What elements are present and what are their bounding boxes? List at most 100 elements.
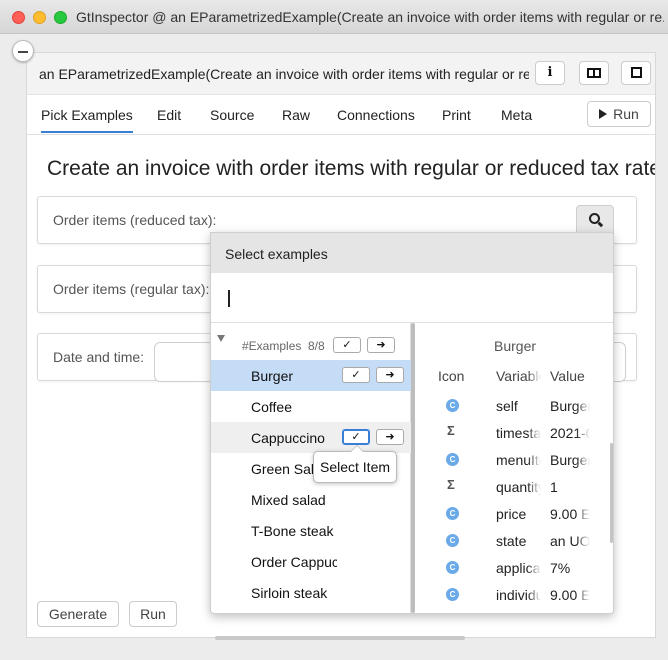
search-button[interactable] (576, 205, 614, 235)
tab-edit[interactable]: Edit (157, 107, 181, 123)
table-row[interactable]: C individualPrice 9.00 E (416, 582, 613, 609)
popup-header: Select examples (211, 233, 613, 273)
open-item-button[interactable]: ➜ (376, 367, 404, 383)
select-examples-popup: Select examples #Examples 8/8 ✓ ➜ Burger… (210, 232, 614, 614)
date-input[interactable] (154, 342, 214, 382)
variable-value: 9.00 E (550, 587, 590, 603)
column-header-icon: Icon (438, 368, 465, 384)
table-row[interactable]: C price 9.00 E (416, 501, 613, 528)
popup-title: Select examples (225, 246, 328, 262)
page-title: Create an invoice with order items with … (47, 157, 656, 180)
group-count: 8/8 (308, 339, 325, 353)
column-header-value: Value (550, 368, 585, 384)
run-button-label: Run (613, 106, 639, 122)
group-open-button[interactable]: ➜ (367, 337, 395, 353)
triangle-down-icon[interactable] (217, 335, 225, 342)
list-item-mixed-salad[interactable]: Mixed salad (211, 484, 411, 515)
info-icon: i (547, 65, 553, 80)
detail-pane: Burger Icon Variable Value C self Burger… (416, 323, 613, 613)
variable-value: 1 (550, 479, 558, 495)
list-item-label: Green Salad (251, 461, 316, 477)
reduced-tax-label: Order items (reduced tax): (53, 212, 217, 228)
variable-value: Burger (550, 452, 590, 468)
tab-pick-examples[interactable]: Pick Examples (41, 107, 133, 133)
variable-name: quantity (496, 479, 541, 495)
list-item-label: T-Bone steak (251, 523, 334, 539)
variable-value: an UO (550, 533, 590, 549)
class-icon: C (446, 507, 459, 520)
sigma-icon: Σ (447, 477, 455, 492)
table-row[interactable]: C state an UO (416, 528, 613, 555)
group-select-all-button[interactable]: ✓ (333, 337, 361, 353)
list-item-coffee[interactable]: Coffee (211, 391, 411, 422)
list-scrollbar[interactable] (411, 323, 415, 613)
date-time-label: Date and time: (53, 349, 145, 365)
variable-name: timestamp (496, 425, 541, 441)
detail-title: Burger (494, 338, 537, 354)
tab-meta[interactable]: Meta (501, 107, 532, 123)
horizontal-scrollbar[interactable] (215, 636, 465, 640)
list-item-t-bone-steak[interactable]: T-Bone steak (211, 515, 411, 546)
run-button[interactable]: Run (587, 101, 651, 127)
text-caret (228, 290, 230, 307)
class-icon: C (446, 588, 459, 601)
variable-value: 7% (550, 560, 571, 576)
list-item-order-cappuccino[interactable]: Order Cappuccino (211, 546, 411, 577)
play-icon (599, 109, 608, 119)
examples-group[interactable]: #Examples 8/8 ✓ ➜ (211, 323, 411, 357)
variable-value: 2021-0 (550, 425, 590, 441)
table-row[interactable]: C menuItem Burger (416, 447, 613, 474)
regular-tax-label: Order items (regular tax): (53, 281, 210, 297)
class-icon: C (446, 561, 459, 574)
window-icon (630, 67, 642, 78)
select-item-button[interactable]: ✓ (342, 367, 370, 383)
bottom-run-button[interactable]: Run (129, 601, 177, 627)
collapse-minus-icon[interactable] (12, 40, 34, 62)
popup-search-input[interactable] (211, 273, 613, 323)
sigma-icon: Σ (447, 423, 455, 438)
list-item-label: Order Cappuccino (251, 554, 337, 570)
tab-print[interactable]: Print (442, 107, 471, 123)
tab-connections[interactable]: Connections (337, 107, 415, 123)
open-item-button[interactable]: ➜ (376, 429, 404, 445)
column-header-variable: Variable (496, 368, 541, 384)
variable-name: individualPrice (496, 587, 541, 603)
table-row[interactable]: C self Burger (416, 393, 613, 420)
variable-value: 9.00 E (550, 506, 590, 522)
window-title: GtInspector @ an EParametrizedExample(Cr… (76, 9, 664, 25)
variable-name: state (496, 533, 527, 549)
select-item-button[interactable]: ✓ (342, 429, 370, 445)
tab-raw[interactable]: Raw (282, 107, 310, 123)
table-row[interactable]: Σ timestamp 2021-0 (416, 420, 613, 447)
list-item-sirloin-steak[interactable]: Sirloin steak (211, 577, 411, 608)
zoom-window-button[interactable] (54, 11, 67, 24)
variable-name: self (496, 398, 518, 414)
tab-bar: Pick Examples Edit Source Raw Connection… (27, 95, 655, 135)
list-item-burger[interactable]: Burger ✓ ➜ (211, 360, 411, 391)
inspector-header: an EParametrizedExample(Create an invoic… (27, 53, 655, 95)
variable-name: applicableTax (496, 560, 541, 576)
window-button[interactable] (621, 61, 651, 85)
variable-value: Burger (550, 398, 590, 414)
group-label: #Examples (242, 339, 302, 353)
info-button[interactable]: i (535, 61, 565, 85)
close-window-button[interactable] (12, 11, 25, 24)
minimize-window-button[interactable] (33, 11, 46, 24)
window-titlebar: GtInspector @ an EParametrizedExample(Cr… (0, 0, 668, 34)
list-item-label: Sirloin steak (251, 585, 328, 601)
class-icon: C (446, 453, 459, 466)
table-row[interactable]: Σ quantity 1 (416, 474, 613, 501)
select-item-tooltip: Select Item (313, 445, 397, 483)
class-icon: C (446, 534, 459, 547)
inspector-title: an EParametrizedExample(Create an invoic… (39, 66, 529, 82)
table-row[interactable]: C applicableTax 7% (416, 555, 613, 582)
list-item-label: Mixed salad (251, 492, 326, 508)
list-item-cappuccino[interactable]: Cappuccino ✓ ➜ (211, 422, 411, 453)
detail-scrollbar[interactable] (610, 443, 613, 543)
list-item-label: Coffee (251, 399, 292, 415)
book-button[interactable] (579, 61, 609, 85)
generate-button[interactable]: Generate (37, 601, 119, 627)
book-icon (587, 68, 601, 78)
tab-source[interactable]: Source (210, 107, 254, 123)
variable-name: price (496, 506, 527, 522)
